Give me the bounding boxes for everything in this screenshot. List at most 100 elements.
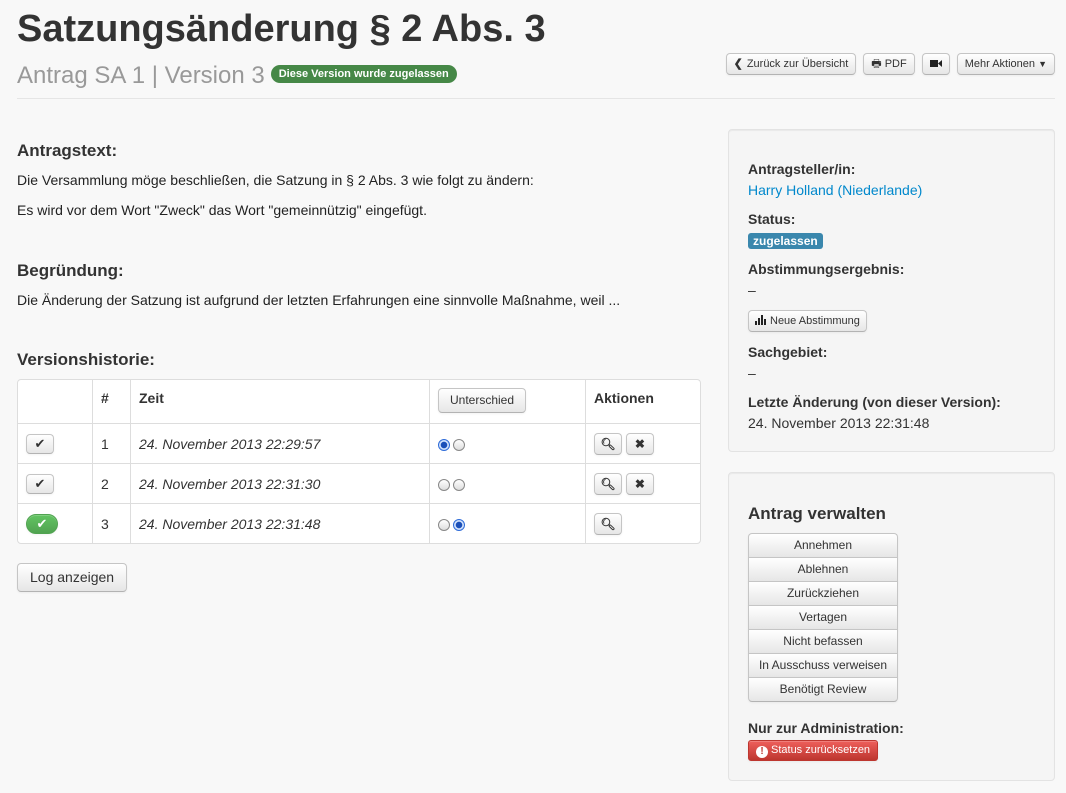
manage-heading: Antrag verwalten: [748, 504, 886, 523]
pdf-button-label: PDF: [884, 58, 907, 70]
actions-cell: 🔍︎ ✖: [585, 463, 700, 503]
diff-cell: [429, 423, 585, 463]
reset-status-label: Status zurücksetzen: [771, 744, 871, 756]
vote-result-value: –: [748, 282, 756, 298]
motion-version-label: Antrag SA 1 | Version 3: [17, 62, 265, 89]
not-handle-button[interactable]: Nicht befassen: [748, 629, 898, 654]
delete-version-button[interactable]: ✖: [625, 472, 654, 495]
motion-text-line-2: Es wird vor dem Wort "Zweck" das Wort "g…: [17, 202, 427, 218]
manage-button-group: Annehmen Ablehnen Zurückziehen Vertagen …: [748, 533, 898, 702]
column-header-number: #: [92, 380, 130, 423]
column-header-time: Zeit: [130, 380, 429, 423]
select-version-button[interactable]: ✔: [26, 473, 54, 494]
postpone-button[interactable]: Vertagen: [748, 605, 898, 630]
column-header-actions: Aktionen: [585, 380, 700, 423]
version-history-heading: Versionshistorie:: [17, 350, 155, 369]
needs-review-button[interactable]: Benötigt Review: [748, 677, 898, 702]
alert-icon: !: [756, 746, 768, 758]
version-time: 24. November 2013 22:31:30: [130, 463, 429, 503]
search-icon: 🔍︎: [600, 516, 616, 531]
search-icon: 🔍︎: [600, 476, 616, 491]
delete-version-button[interactable]: ✖: [625, 432, 654, 455]
submitter-label: Antragsteller/in:: [748, 161, 856, 177]
version-history-table: # Zeit Unterschied Aktionen ✔ 1 24. Nove…: [17, 379, 701, 544]
version-number: 1: [92, 423, 130, 463]
show-log-button[interactable]: Log anzeigen: [17, 563, 128, 592]
diff-to-radio[interactable]: [453, 438, 465, 451]
video-camera-icon: [929, 60, 942, 67]
reset-status-button[interactable]: ! Status zurücksetzen: [748, 740, 879, 761]
table-row: ✔ 2 24. November 2013 22:31:30 🔍︎ ✖: [18, 463, 700, 503]
refer-committee-button[interactable]: In Ausschuss verweisen: [748, 653, 898, 678]
version-number: 3: [92, 503, 130, 543]
close-icon: ✖: [634, 436, 645, 451]
version-time: 24. November 2013 22:29:57: [130, 423, 429, 463]
category-value: –: [748, 365, 756, 381]
admin-only-label: Nur zur Administration:: [748, 720, 904, 736]
last-change-value: 24. November 2013 22:31:48: [748, 415, 930, 431]
reject-button[interactable]: Ablehnen: [748, 557, 898, 582]
check-icon: ✔: [34, 435, 46, 451]
header-actions: ❮ Zurück zur Übersicht 🖶 PDF Mehr Aktionen…: [725, 53, 1055, 75]
submitter-link[interactable]: Harry Holland (Niederlande): [748, 182, 922, 198]
diff-to-radio[interactable]: [453, 478, 465, 491]
diff-from-radio[interactable]: [438, 478, 450, 491]
more-actions-dropdown[interactable]: Mehr Aktionen ▼: [956, 53, 1055, 75]
reason-text: Die Änderung der Satzung ist aufgrund de…: [17, 292, 621, 308]
category-label: Sachgebiet:: [748, 344, 828, 360]
motion-text-heading: Antragstext:: [17, 141, 118, 160]
diff-cell: [429, 463, 585, 503]
version-time: 24. November 2013 22:31:48: [130, 503, 429, 543]
header-divider: [17, 98, 1055, 99]
withdraw-button[interactable]: Zurückziehen: [748, 581, 898, 606]
new-vote-button-label: Neue Abstimmung: [770, 315, 860, 327]
page-subtitle: Antrag SA 1 | Version 3 Diese Version wur…: [17, 62, 457, 90]
version-number: 2: [92, 463, 130, 503]
diff-from-radio[interactable]: [438, 518, 450, 531]
column-header-select: [18, 380, 92, 423]
select-cell: ✔: [18, 423, 92, 463]
print-icon: 🖶: [871, 58, 882, 70]
reason-heading: Begründung:: [17, 261, 124, 280]
back-button[interactable]: ❮ Zurück zur Übersicht: [725, 53, 857, 75]
view-version-button[interactable]: 🔍︎: [594, 432, 622, 455]
chevron-left-icon: ❮: [733, 58, 743, 70]
close-icon: ✖: [634, 476, 645, 491]
view-version-button[interactable]: 🔍︎: [594, 512, 622, 535]
diff-to-radio[interactable]: [453, 518, 465, 531]
motion-text-line-1: Die Versammlung möge beschließen, die Sa…: [17, 172, 534, 188]
last-change-label: Letzte Änderung (von dieser Version):: [748, 394, 1001, 410]
manage-motion-panel: Antrag verwalten Annehmen Ablehnen Zurüc…: [728, 472, 1055, 781]
view-version-button[interactable]: 🔍︎: [594, 472, 622, 495]
motion-details-panel: Antragsteller/in: Harry Holland (Niederl…: [728, 129, 1055, 452]
table-row: ✔ 1 24. November 2013 22:29:57 🔍︎ ✖: [18, 423, 700, 463]
check-icon: ✔: [34, 475, 46, 491]
search-icon: 🔍︎: [600, 436, 616, 451]
accept-button[interactable]: Annehmen: [748, 533, 898, 558]
back-button-label: Zurück zur Übersicht: [746, 58, 849, 70]
select-version-button[interactable]: ✔: [26, 433, 54, 454]
select-cell: ✔: [18, 503, 92, 543]
new-vote-button[interactable]: Neue Abstimmung: [748, 310, 867, 332]
column-header-diff: Unterschied: [429, 380, 585, 423]
bar-chart-icon: [755, 315, 766, 325]
page-title: Satzungsänderung § 2 Abs. 3: [17, 8, 546, 50]
actions-cell: 🔍︎: [585, 503, 700, 543]
more-actions-label: Mehr Aktionen: [964, 58, 1036, 70]
status-badge: zugelassen: [748, 233, 823, 249]
diff-from-radio[interactable]: [438, 438, 450, 451]
vote-result-label: Abstimmungsergebnis:: [748, 261, 905, 277]
current-version-button[interactable]: ✔: [26, 513, 58, 534]
caret-down-icon: ▼: [1038, 59, 1047, 69]
pdf-button[interactable]: 🖶 PDF: [863, 53, 915, 75]
table-row: ✔ 3 24. November 2013 22:31:48 🔍︎: [18, 503, 700, 543]
status-badge-wrap: zugelassen: [748, 232, 823, 249]
actions-cell: 🔍︎ ✖: [585, 423, 700, 463]
table-header-row: # Zeit Unterschied Aktionen: [18, 380, 700, 423]
version-status-badge: Diese Version wurde zugelassen: [270, 64, 457, 83]
diff-button[interactable]: Unterschied: [438, 388, 527, 413]
diff-cell: [429, 503, 585, 543]
select-cell: ✔: [18, 463, 92, 503]
status-label: Status:: [748, 211, 796, 227]
video-button[interactable]: [921, 53, 950, 75]
